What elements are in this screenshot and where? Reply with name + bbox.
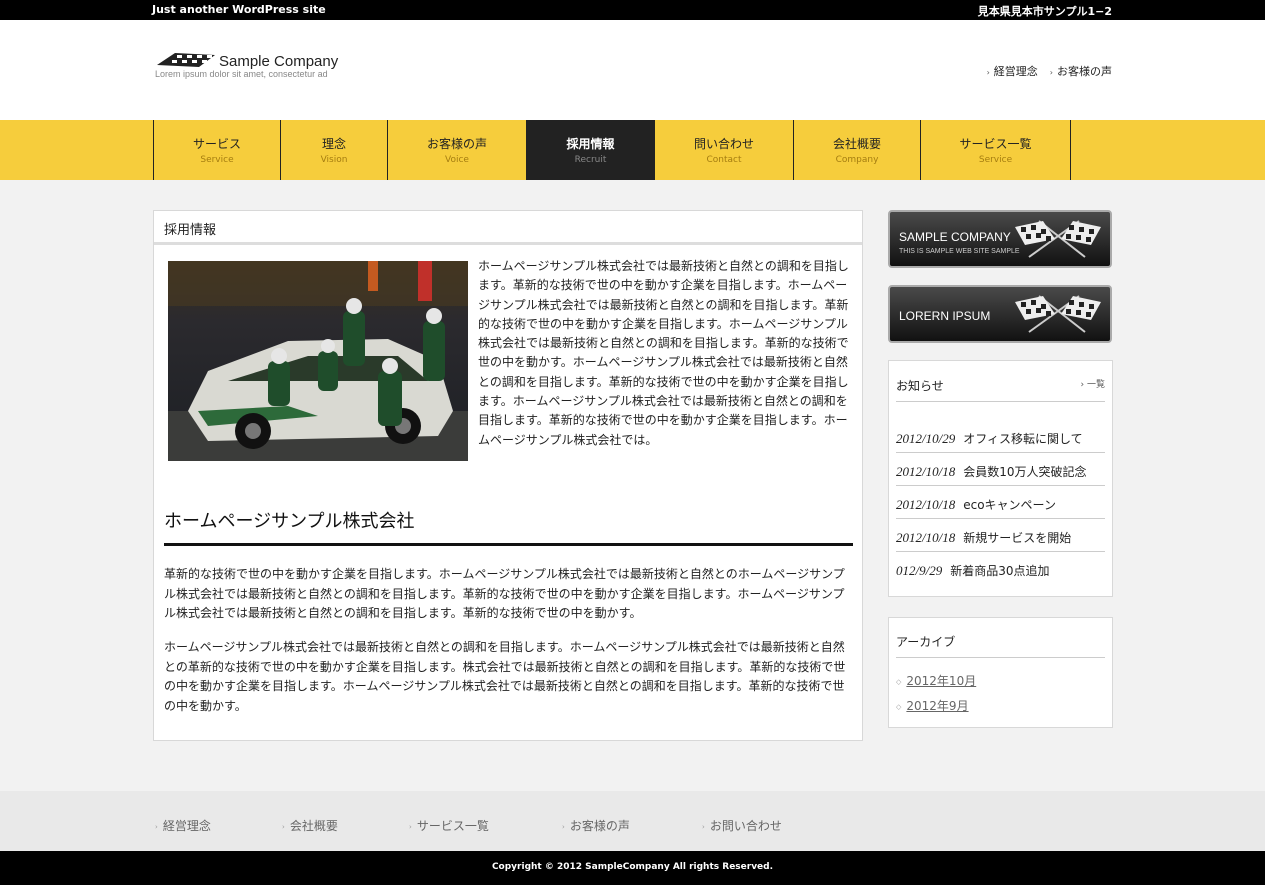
header-links: › 経営理念 › お客様の声 (987, 63, 1112, 79)
bullet-icon: ◇ (896, 702, 902, 711)
nav-item-voice[interactable]: お客様の声 Voice (388, 120, 527, 180)
intro-text: ホームページサンプル株式会社では最新技術と自然との調和を目指します。革新的な技術… (478, 259, 849, 447)
banner-lorem-ipsum[interactable]: LORERN IPSUM (888, 285, 1112, 343)
archive-item: ◇ 2012年9月 (896, 697, 1105, 722)
header-link-philosophy[interactable]: › 経営理念 (987, 63, 1038, 79)
body-paragraph: 革新的な技術で世の中を動かす企業を目指します。ホームページサンプル株式会社では最… (164, 567, 845, 620)
nav-item-contact[interactable]: 問い合わせ Contact (655, 120, 794, 180)
nav-item-service-list[interactable]: サービス一覧 Service (921, 120, 1071, 180)
nav-item-vision[interactable]: 理念 Vision (281, 120, 388, 180)
banner-sample-company[interactable]: SAMPLE COMPANY THIS IS SAMPLE WEB SITE S… (888, 210, 1112, 268)
body-paragraph: ホームページサンプル株式会社では最新技術と自然との調和を目指します。ホームページ… (164, 640, 846, 713)
footer-link-philosophy[interactable]: › 経営理念 (155, 817, 211, 834)
archive-link[interactable]: 2012年10月 (906, 674, 976, 688)
site-logo[interactable]: Sample Company Lorem ipsum dolor sit ame… (155, 51, 375, 81)
bullet-icon: › (562, 822, 565, 831)
header-address: 見本県見本市サンプル1−2 (977, 5, 1112, 18)
header-link-voice[interactable]: › お客様の声 (1050, 63, 1112, 79)
footer-link-company[interactable]: › 会社概要 (282, 817, 338, 834)
footer-link-contact[interactable]: › お問い合わせ (702, 817, 782, 834)
archive-heading: アーカイブ (896, 618, 1105, 658)
site-header: Sample Company Lorem ipsum dolor sit ame… (0, 20, 1265, 120)
news-more-link[interactable]: › 一覧 (1081, 377, 1105, 390)
bullet-icon: › (155, 822, 158, 831)
banner-title: LORERN IPSUM (899, 309, 991, 323)
footer-link-voice[interactable]: › お客様の声 (562, 817, 630, 834)
news-item[interactable]: 2012/10/18 新規サービスを開始 (896, 519, 1105, 552)
archive-widget: アーカイブ ◇ 2012年10月 ◇ 2012年9月 (888, 617, 1113, 728)
nav-item-company[interactable]: 会社概要 Company (794, 120, 921, 180)
arrow-icon: › (1049, 68, 1053, 77)
site-tagline: Just another WordPress site (152, 3, 326, 16)
banner-subtitle: THIS IS SAMPLE WEB SITE SAMPLE (899, 248, 1020, 255)
checkered-flag-icon (1015, 220, 1101, 258)
checkered-flag-icon (1015, 295, 1101, 333)
archive-item: ◇ 2012年10月 (896, 672, 1105, 697)
footer-link-service-list[interactable]: › サービス一覧 (409, 817, 489, 834)
top-bar: Just another WordPress site 見本県見本市サンプル1−… (0, 0, 1265, 20)
news-item[interactable]: 2012/10/18 ecoキャンペーン (896, 486, 1105, 519)
main-nav: サービス Service 理念 Vision お客様の声 Voice 採用情報 Recr… (0, 120, 1265, 180)
archive-link[interactable]: 2012年9月 (906, 699, 968, 713)
news-heading: お知らせ › 一覧 (896, 361, 1105, 402)
bullet-icon: › (282, 822, 285, 831)
news-item[interactable]: 2012/10/29 オフィス移転に関して (896, 420, 1105, 453)
nav-item-recruit[interactable]: 採用情報 Recruit (527, 120, 655, 180)
section-heading: ホームページサンプル株式会社 (164, 507, 853, 546)
page-title: 採用情報 (154, 211, 862, 245)
main-content: 採用情報 ホームページサンプル株式会社では最新技術と自然との調和を目指します。革… (153, 210, 863, 741)
bullet-icon: › (702, 822, 705, 831)
hero-image (168, 261, 468, 461)
logo-name: Sample Company (219, 53, 339, 70)
news-widget: お知らせ › 一覧 2012/10/29 オフィス移転に関して 2012/10/1… (888, 360, 1113, 597)
logo-subtitle: Lorem ipsum dolor sit amet, consectetur … (155, 69, 328, 79)
checkered-flag-icon (157, 53, 215, 67)
news-item[interactable]: 2012/10/18 会員数10万人突破記念 (896, 453, 1105, 486)
bullet-icon: › (409, 822, 412, 831)
copyright: Copyright © 2012 SampleCompany All right… (0, 851, 1265, 885)
footer-nav: › 経営理念 › 会社概要 › サービス一覧 › お客様の声 › お問い合わせ (0, 791, 1265, 851)
banner-title: SAMPLE COMPANY (899, 230, 1011, 244)
arrow-icon: › (986, 68, 990, 77)
nav-item-service[interactable]: サービス Service (154, 120, 281, 180)
bullet-icon: ◇ (896, 677, 902, 686)
news-item[interactable]: 012/9/29 新着商品30点追加 (896, 552, 1105, 585)
